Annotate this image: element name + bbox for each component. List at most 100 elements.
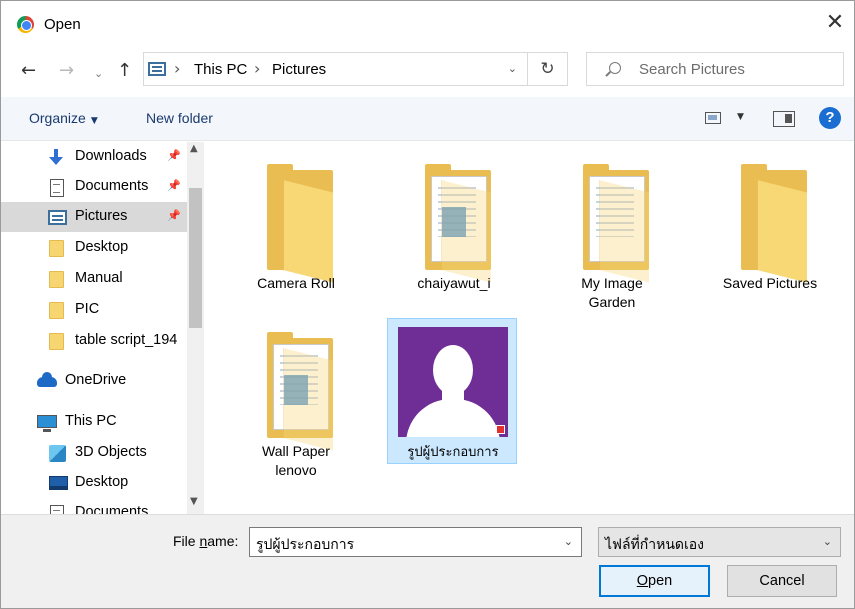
search-icon (609, 62, 621, 74)
up-arrow-icon[interactable]: ↑ (117, 61, 132, 81)
file-name-value: รูปผู้ประกอบการ (256, 536, 355, 552)
folder-item-my-image-garden[interactable]: My Image Garden (547, 150, 677, 310)
document-icon (50, 179, 64, 197)
new-folder-button[interactable]: New folder (146, 110, 213, 126)
item-label: chaiyawut_i (417, 275, 491, 291)
open-dialog: Open ✕ ← → ⌄ ↑ › This PC › Pictures ⌄ ↻ … (0, 0, 855, 609)
sidebar-item-desktop[interactable]: Desktop (1, 233, 187, 263)
forward-arrow-icon[interactable]: → (59, 61, 74, 81)
pin-icon: 📌 (167, 149, 181, 162)
organize-button[interactable]: Organize ▼ (29, 110, 98, 126)
back-arrow-icon[interactable]: ← (21, 61, 36, 81)
image-item-selected[interactable]: รูปผู้ประกอบการ (387, 318, 517, 464)
document-icon (50, 505, 64, 514)
folder-icon (741, 164, 807, 283)
file-name-label: File name: (173, 533, 238, 549)
sidebar-item-label: table script_194 (75, 332, 178, 348)
sidebar-item-3d-objects[interactable]: 3D Objects (1, 438, 187, 468)
breadcrumb-separator-icon[interactable]: › (174, 59, 180, 78)
sidebar-item-table-script[interactable]: table script_194 (1, 326, 187, 356)
scrollbar-thumb[interactable] (189, 188, 202, 328)
sidebar-item-label: Desktop (75, 239, 129, 255)
item-label: Saved Pictures (722, 275, 818, 291)
this-pc-icon (37, 415, 57, 432)
folder-item-saved-pictures[interactable]: Saved Pictures (705, 150, 835, 310)
file-type-value: ไฟล์ที่กำหนดเอง (605, 536, 705, 552)
search-box[interactable]: Search Pictures (586, 52, 844, 86)
pin-icon: 📌 (167, 209, 181, 222)
scroll-up-icon[interactable]: ▲ (190, 143, 198, 154)
footer-panel: File name: รูปผู้ประกอบการ ⌄ ไฟล์ที่กำหน… (1, 514, 854, 608)
view-options-icon[interactable] (705, 112, 721, 124)
chrome-icon (17, 16, 34, 33)
file-badge-icon (496, 425, 505, 434)
sidebar-item-label: Desktop (75, 474, 129, 490)
open-accesskey: O (636, 573, 649, 589)
sidebar-item-onedrive[interactable]: OneDrive (1, 366, 187, 396)
address-bar[interactable]: › This PC › Pictures ⌄ (143, 52, 528, 86)
open-label-rest: pen (648, 573, 673, 589)
navigation-bar: ← → ⌄ ↑ › This PC › Pictures ⌄ ↻ Search … (1, 47, 854, 97)
folder-icon (49, 302, 64, 319)
sidebar-item-documents-pc[interactable]: Documents (1, 498, 187, 514)
folder-item-camera-roll[interactable]: Camera Roll (231, 150, 361, 310)
command-bar: Organize ▼ New folder ▼ ? (1, 97, 854, 141)
folder-icon (49, 333, 64, 350)
sidebar-item-pictures[interactable]: Pictures 📌 (1, 202, 187, 232)
folder-icon (267, 164, 333, 283)
3d-objects-icon (49, 445, 66, 462)
file-type-select[interactable]: ไฟล์ที่กำหนดเอง ⌄ (598, 527, 841, 557)
folder-icon (267, 332, 333, 451)
scroll-down-icon[interactable]: ▼ (190, 496, 198, 507)
sidebar-item-downloads[interactable]: Downloads 📌 (1, 142, 187, 172)
sidebar-item-this-pc[interactable]: This PC (1, 407, 187, 437)
caret-down-icon: ▼ (90, 116, 98, 126)
sidebar-item-pic[interactable]: PIC (1, 295, 187, 325)
file-name-dropdown-icon[interactable]: ⌄ (564, 535, 573, 548)
folder-item-chaiyawut[interactable]: chaiyawut_i (389, 150, 519, 310)
preview-pane-icon[interactable] (773, 111, 795, 127)
breadcrumb-pictures[interactable]: Pictures (272, 61, 326, 78)
item-label: รูปผู้ประกอบการ (407, 444, 499, 459)
folder-item-wall-paper-lenovo[interactable]: Wall Paper lenovo (231, 318, 361, 478)
pictures-icon (48, 210, 67, 225)
sidebar-item-manual[interactable]: Manual (1, 264, 187, 294)
folder-icon (49, 271, 64, 288)
sidebar-item-label: Manual (75, 270, 123, 286)
search-placeholder: Search Pictures (639, 61, 745, 78)
sidebar-item-label: 3D Objects (75, 444, 147, 460)
recent-locations-chevron-icon[interactable]: ⌄ (94, 64, 103, 84)
sidebar-item-label: Documents (75, 178, 149, 194)
sidebar-item-label: Pictures (75, 208, 128, 224)
file-name-label-suffix: ame: (207, 533, 239, 549)
organize-label: Organize (29, 110, 86, 126)
help-icon[interactable]: ? (819, 107, 841, 129)
folder-icon (49, 240, 64, 257)
open-button[interactable]: Open (599, 565, 710, 597)
sidebar-item-label: This PC (65, 413, 117, 429)
address-dropdown-chevron-icon[interactable]: ⌄ (508, 62, 517, 75)
window-title: Open (44, 16, 81, 33)
pin-icon: 📌 (167, 179, 181, 192)
sidebar-item-label: Documents (75, 504, 149, 514)
sidebar-item-label: Downloads (75, 148, 147, 164)
view-options-caret-icon[interactable]: ▼ (737, 112, 744, 122)
sidebar-item-documents[interactable]: Documents 📌 (1, 172, 187, 202)
close-button[interactable]: ✕ (820, 9, 850, 39)
breadcrumb-this-pc[interactable]: This PC (194, 61, 247, 78)
sidebar-item-desktop-pc[interactable]: Desktop (1, 468, 187, 498)
item-label: Camera Roll (257, 275, 335, 291)
pictures-location-icon (148, 62, 166, 76)
onedrive-icon (37, 372, 57, 387)
refresh-button[interactable]: ↻ (528, 52, 568, 86)
file-list: Camera Roll chaiyawut_i My Image Garden … (205, 142, 854, 514)
folder-icon (425, 164, 491, 283)
breadcrumb-separator-icon[interactable]: › (254, 59, 260, 78)
cancel-button[interactable]: Cancel (727, 565, 837, 597)
file-type-dropdown-icon: ⌄ (822, 535, 832, 548)
file-name-input[interactable]: รูปผู้ประกอบการ ⌄ (249, 527, 582, 557)
item-label: Wall Paper lenovo (262, 443, 330, 478)
item-label: My Image Garden (581, 275, 643, 310)
folder-icon (583, 164, 649, 283)
download-icon (47, 149, 65, 165)
